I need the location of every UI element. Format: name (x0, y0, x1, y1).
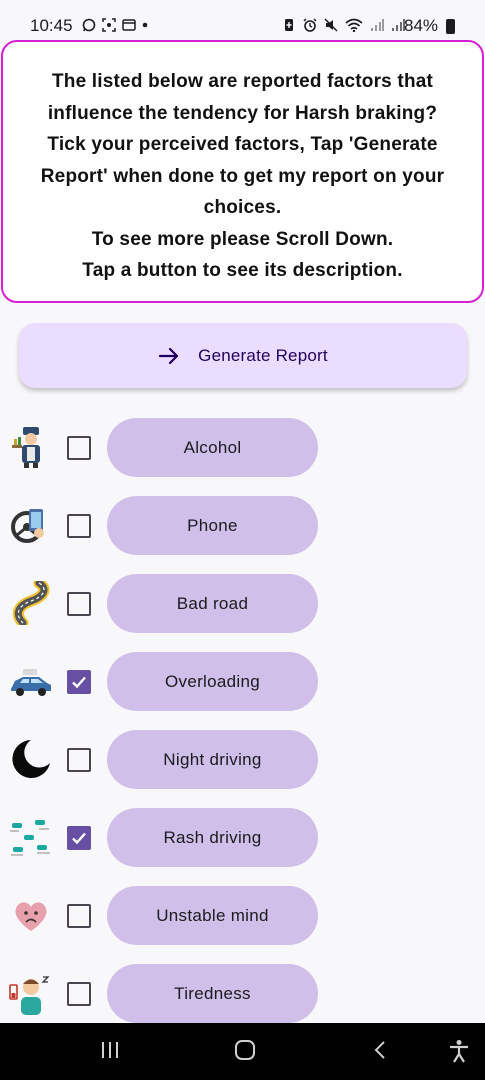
whatsapp-icon (82, 18, 96, 32)
back-icon[interactable] (372, 1039, 388, 1061)
wifi-icon (345, 18, 363, 32)
factor-button[interactable]: Night driving (107, 730, 318, 789)
factor-row-unstable-mind: Unstable mind (0, 886, 485, 946)
status-right-icons (282, 18, 405, 32)
home-icon[interactable] (233, 1039, 257, 1061)
alarm-icon (303, 18, 317, 32)
factor-checkbox[interactable] (67, 748, 91, 772)
dot-icon (142, 22, 148, 28)
factor-checkbox[interactable] (67, 982, 91, 1006)
alcohol-waiter-icon (12, 427, 40, 468)
factor-checkbox[interactable] (67, 826, 91, 850)
factor-row-rash-driving: Rash driving (0, 808, 485, 868)
factor-checkbox[interactable] (67, 436, 91, 460)
sad-heart-icon (15, 902, 47, 931)
instructions-line: Report' when done to get my report on yo… (40, 165, 445, 187)
factor-checkbox[interactable] (67, 670, 91, 694)
generate-report-button[interactable]: Generate Report (19, 323, 467, 388)
mute-icon (324, 18, 338, 32)
rash-cars-icon (10, 820, 50, 856)
factor-button[interactable]: Overloading (107, 652, 318, 711)
instructions-line: choices. (203, 197, 282, 218)
crescent-moon-icon (12, 740, 51, 778)
battery-saver-icon (285, 19, 293, 31)
instructions-line: To see more please Scroll Down. (91, 228, 394, 250)
factor-checkbox[interactable] (67, 592, 91, 616)
signal-icon (371, 19, 384, 31)
arrow-right-icon (159, 347, 179, 364)
factor-button[interactable]: Unstable mind (107, 886, 318, 945)
screenshot-icon (102, 18, 116, 32)
factor-row-bad-road: Bad road (0, 574, 485, 634)
instructions-line: influence the tendency for Harsh braking… (47, 102, 438, 124)
status-bar: 10:45 84% (0, 0, 485, 40)
instructions-line: Tap a button to see its description. (82, 260, 403, 281)
factor-row-alcohol: Alcohol (0, 418, 485, 478)
factor-button[interactable]: Alcohol (107, 418, 318, 477)
tired-person-icon (9, 976, 50, 1015)
accessibility-icon[interactable] (448, 1039, 470, 1063)
battery-icon (446, 19, 455, 34)
system-nav-bar (0, 1023, 485, 1080)
checkmark-icon (72, 832, 86, 845)
overloaded-car-icon (11, 669, 51, 696)
factor-row-phone: Phone (0, 496, 485, 556)
generate-report-label: Generate Report (198, 345, 328, 365)
factor-row-tiredness: Tiredness (0, 964, 485, 1024)
factor-row-night-driving: Night driving (0, 730, 485, 790)
gallery-icon (122, 19, 136, 31)
winding-road-icon (12, 581, 50, 625)
phone-driving-icon (11, 509, 44, 543)
recent-apps-icon[interactable] (100, 1039, 120, 1061)
checkmark-icon (72, 676, 86, 689)
status-left-icons (82, 18, 148, 32)
factor-checkbox[interactable] (67, 904, 91, 928)
factor-checkbox[interactable] (67, 514, 91, 538)
instructions-line: Tick your perceived factors, Tap 'Genera… (47, 134, 438, 155)
factor-button[interactable]: Bad road (107, 574, 318, 633)
factor-row-overloading: Overloading (0, 652, 485, 712)
factor-button[interactable]: Phone (107, 496, 318, 555)
instructions-line: The listed below are reported factors th… (51, 71, 434, 92)
status-time: 10:45 (30, 16, 73, 35)
signal-icon (392, 19, 405, 31)
instructions-box: The listed below are reported factors th… (1, 40, 484, 303)
factor-button[interactable]: Rash driving (107, 808, 318, 867)
status-battery-percent: 84% (404, 16, 439, 35)
factor-button[interactable]: Tiredness (107, 964, 318, 1023)
